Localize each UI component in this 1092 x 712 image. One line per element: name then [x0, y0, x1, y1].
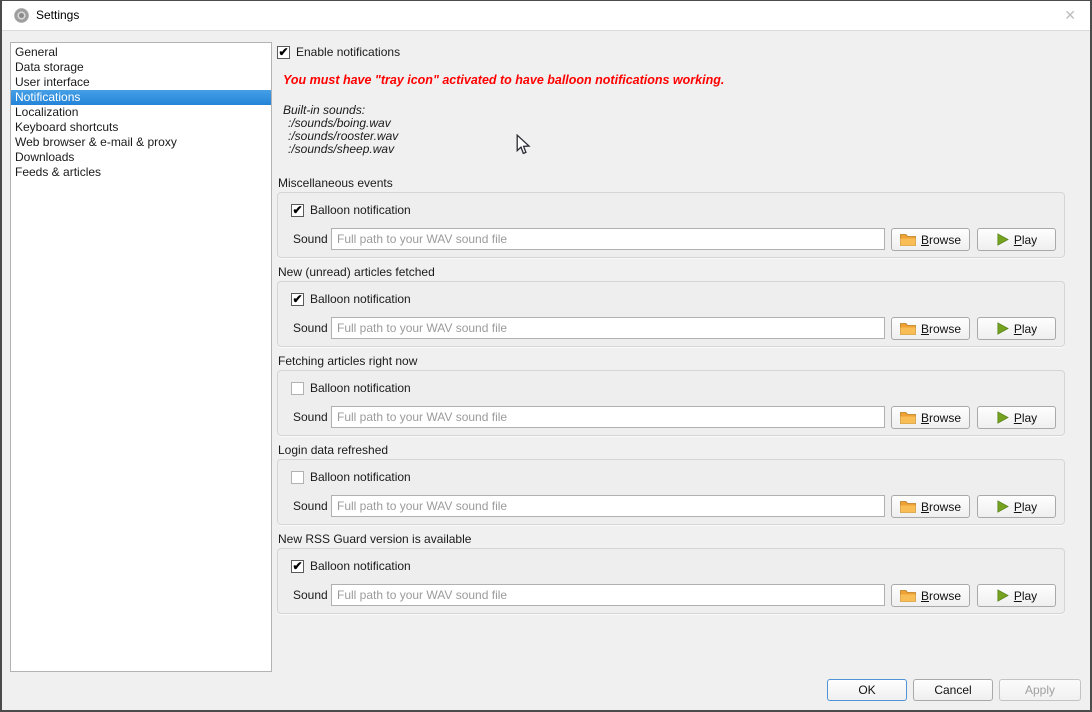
balloon-notification-label: Balloon notification: [310, 559, 411, 573]
play-icon: [996, 233, 1009, 246]
mouse-cursor: [516, 134, 531, 159]
sidebar-item-notifications[interactable]: Notifications: [11, 90, 271, 105]
browse-button[interactable]: Browse: [891, 228, 970, 251]
balloon-notification-checkbox[interactable]: ✔ Balloon notification: [291, 203, 411, 217]
checkbox-icon: [291, 382, 304, 395]
play-button[interactable]: Play: [977, 317, 1056, 340]
sound-path-input[interactable]: [331, 406, 885, 428]
balloon-notification-label: Balloon notification: [310, 470, 411, 484]
sound-path-input[interactable]: [331, 495, 885, 517]
tray-icon-warning-text: You must have "tray icon" activated to h…: [283, 73, 843, 87]
sound-path-input[interactable]: [331, 317, 885, 339]
close-icon[interactable]: ✕: [1064, 7, 1076, 24]
section-new-articles-fetched: New (unread) articles fetched ✔ Balloon …: [277, 266, 1065, 347]
sidebar-item-general[interactable]: General: [11, 45, 271, 60]
play-icon: [996, 589, 1009, 602]
sidebar-item-localization[interactable]: Localization: [11, 105, 271, 120]
ok-button[interactable]: OK: [827, 679, 907, 701]
cancel-button[interactable]: Cancel: [913, 679, 993, 701]
balloon-notification-checkbox[interactable]: Balloon notification: [291, 381, 411, 395]
play-button[interactable]: Play: [977, 584, 1056, 607]
section-groupbox: Balloon notification Sound Browse Play: [277, 459, 1065, 525]
balloon-notification-label: Balloon notification: [310, 381, 411, 395]
browse-button[interactable]: Browse: [891, 495, 970, 518]
browse-button[interactable]: Browse: [891, 317, 970, 340]
section-miscellaneous-events: Miscellaneous events ✔ Balloon notificat…: [277, 177, 1065, 258]
sound-label: Sound: [293, 499, 328, 513]
sidebar-item-feeds-articles[interactable]: Feeds & articles: [11, 165, 271, 180]
browse-button[interactable]: Browse: [891, 406, 970, 429]
balloon-notification-checkbox[interactable]: ✔ Balloon notification: [291, 559, 411, 573]
play-icon: [996, 500, 1009, 513]
balloon-notification-checkbox[interactable]: Balloon notification: [291, 470, 411, 484]
balloon-notification-label: Balloon notification: [310, 203, 411, 217]
enable-notifications-checkbox[interactable]: ✔ Enable notifications: [277, 45, 400, 59]
settings-window: Settings ✕ General Data storage User int…: [0, 0, 1092, 712]
section-groupbox: ✔ Balloon notification Sound Browse Play: [277, 192, 1065, 258]
sound-label: Sound: [293, 410, 328, 424]
folder-icon: [900, 589, 916, 602]
sidebar-item-data-storage[interactable]: Data storage: [11, 60, 271, 75]
folder-icon: [900, 411, 916, 424]
checkbox-icon: [291, 471, 304, 484]
sidebar-item-keyboard-shortcuts[interactable]: Keyboard shortcuts: [11, 120, 271, 135]
section-new-version-available: New RSS Guard version is available ✔ Bal…: [277, 533, 1065, 614]
section-title: New RSS Guard version is available: [278, 533, 1065, 546]
enable-notifications-label: Enable notifications: [296, 45, 400, 59]
sidebar-item-downloads[interactable]: Downloads: [11, 150, 271, 165]
checkbox-icon: ✔: [291, 560, 304, 573]
section-title: Login data refreshed: [278, 444, 1065, 457]
section-login-data-refreshed: Login data refreshed Balloon notificatio…: [277, 444, 1065, 525]
settings-gear-icon: [14, 8, 29, 23]
sidebar-item-web-browser-email-proxy[interactable]: Web browser & e-mail & proxy: [11, 135, 271, 150]
browse-button[interactable]: Browse: [891, 584, 970, 607]
folder-icon: [900, 322, 916, 335]
section-title: Fetching articles right now: [278, 355, 1065, 368]
apply-button: Apply: [999, 679, 1081, 701]
sound-path-input[interactable]: [331, 584, 885, 606]
builtin-sound-file: :/sounds/sheep.wav: [283, 143, 398, 156]
title-bar[interactable]: Settings ✕: [0, 0, 1092, 31]
balloon-notification-checkbox[interactable]: ✔ Balloon notification: [291, 292, 411, 306]
sound-label: Sound: [293, 232, 328, 246]
section-title: New (unread) articles fetched: [278, 266, 1065, 279]
sound-path-input[interactable]: [331, 228, 885, 250]
folder-icon: [900, 233, 916, 246]
play-button[interactable]: Play: [977, 228, 1056, 251]
checkbox-icon: ✔: [277, 46, 290, 59]
folder-icon: [900, 500, 916, 513]
play-icon: [996, 411, 1009, 424]
section-title: Miscellaneous events: [278, 177, 1065, 190]
builtin-sounds-block: Built-in sounds: :/sounds/boing.wav :/so…: [283, 104, 398, 156]
play-button[interactable]: Play: [977, 406, 1056, 429]
play-icon: [996, 322, 1009, 335]
sidebar-item-user-interface[interactable]: User interface: [11, 75, 271, 90]
section-groupbox: ✔ Balloon notification Sound Browse Play: [277, 281, 1065, 347]
section-groupbox: Balloon notification Sound Browse Play: [277, 370, 1065, 436]
section-groupbox: ✔ Balloon notification Sound Browse Play: [277, 548, 1065, 614]
settings-category-list: General Data storage User interface Noti…: [10, 42, 272, 672]
play-button[interactable]: Play: [977, 495, 1056, 518]
sound-label: Sound: [293, 321, 328, 335]
section-fetching-articles: Fetching articles right now Balloon noti…: [277, 355, 1065, 436]
checkbox-icon: ✔: [291, 204, 304, 217]
sound-label: Sound: [293, 588, 328, 602]
checkbox-icon: ✔: [291, 293, 304, 306]
balloon-notification-label: Balloon notification: [310, 292, 411, 306]
window-title: Settings: [36, 8, 79, 22]
